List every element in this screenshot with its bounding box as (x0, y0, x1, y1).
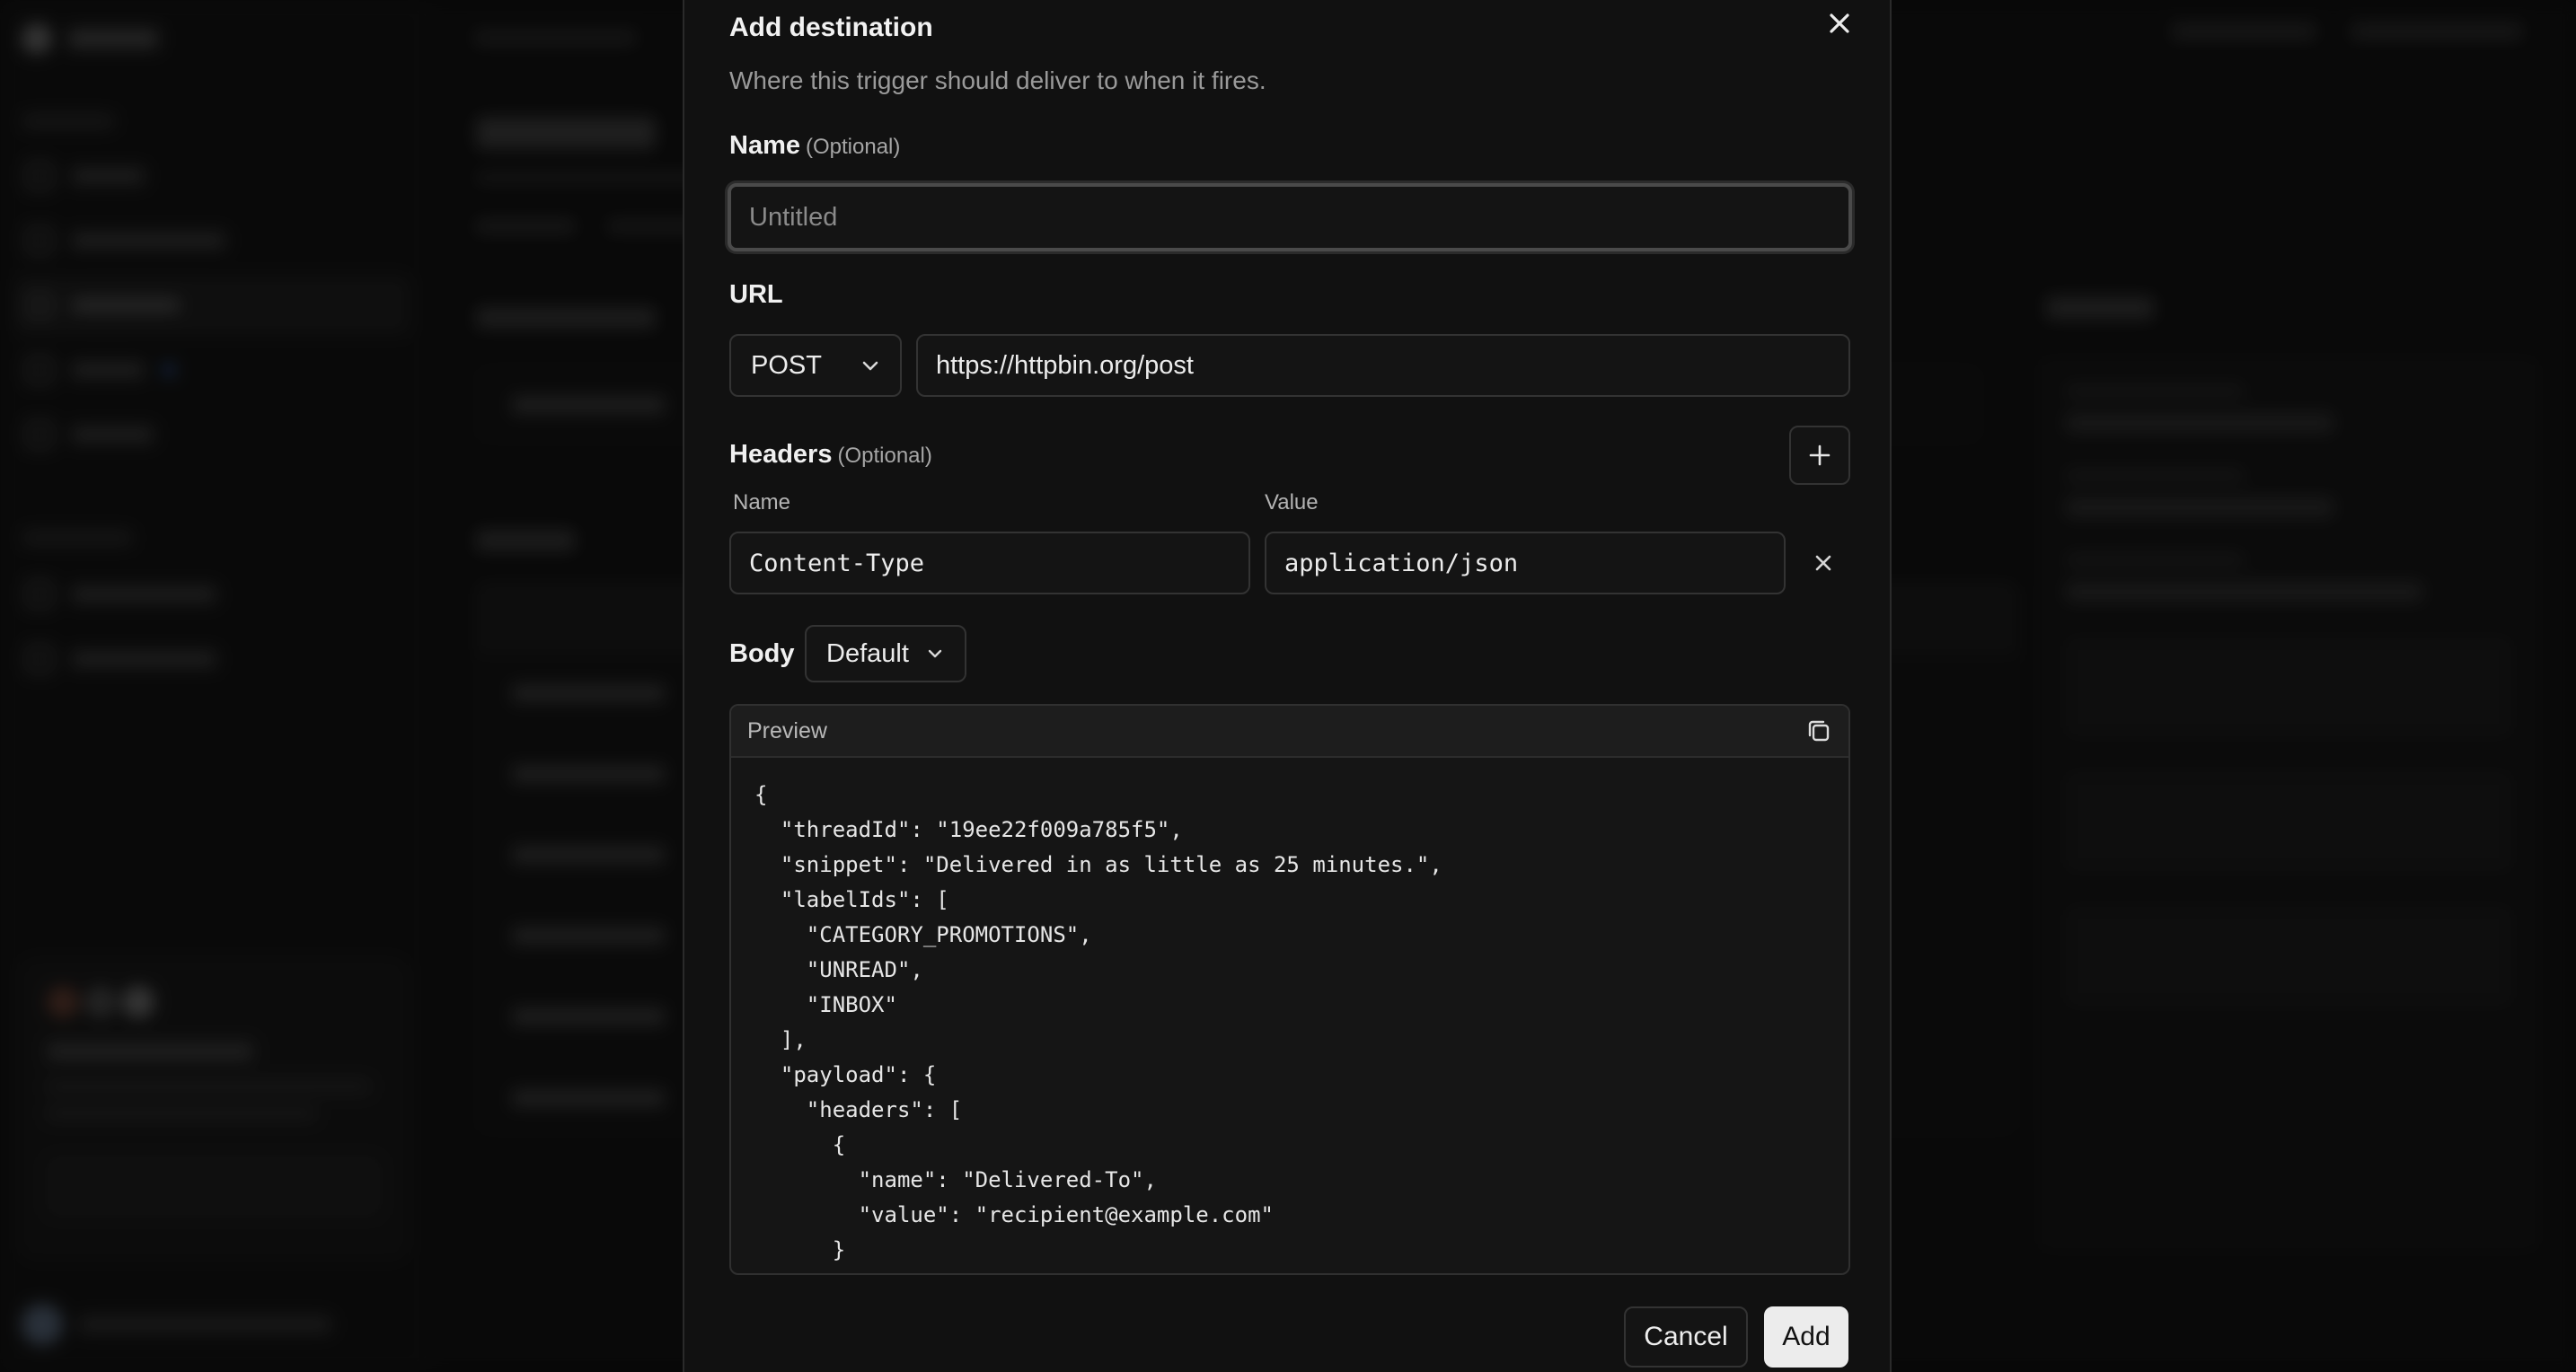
add-destination-dialog: Add destination Where this trigger shoul… (683, 0, 1892, 1372)
preview-code-line: "INBOX" (754, 992, 897, 1017)
cancel-button[interactable]: Cancel (1624, 1306, 1748, 1368)
headers-label-text: Headers (729, 440, 833, 469)
copy-icon[interactable] (1805, 717, 1832, 744)
dialog-title: Add destination (729, 13, 933, 42)
preview-code-line: "threadId": "19ee22f009a785f5", (754, 817, 1183, 842)
url-label: URL (729, 280, 783, 309)
close-icon (1830, 13, 1849, 33)
method-value: POST (751, 350, 822, 380)
preview-code-line: ], (754, 1268, 1825, 1273)
body-label: Body (729, 639, 795, 668)
preview-label: Preview (747, 717, 827, 743)
method-select[interactable]: POST (729, 334, 902, 397)
preview-code-line: ], (754, 1027, 807, 1052)
header-value-column: Value (1265, 490, 1319, 514)
close-button[interactable] (1820, 4, 1859, 43)
chevron-down-icon (862, 361, 878, 371)
chevron-down-icon (928, 649, 942, 658)
preview-code-line: } (754, 1237, 846, 1262)
headers-optional: (Optional) (837, 444, 932, 468)
preview-code-line: "labelIds": [ (754, 887, 949, 912)
preview-code: { "threadId": "19ee22f009a785f5", "snipp… (731, 758, 1848, 1273)
name-input[interactable]: Untitled (728, 183, 1852, 251)
preview-code-line: { (754, 1132, 846, 1157)
preview-code-line: "name": "Delivered-To", (754, 1167, 1157, 1192)
preview-code-line: "CATEGORY_PROMOTIONS", (754, 922, 1092, 947)
preview-code-line: "headers": [ (754, 1097, 963, 1122)
preview-code-line: { (754, 782, 768, 807)
plus-icon (1809, 444, 1831, 466)
preview-header: Preview (731, 706, 1848, 758)
dialog-description: Where this trigger should deliver to whe… (729, 66, 1266, 94)
preview-code-line: "UNREAD", (754, 957, 923, 982)
x-icon (1815, 555, 1831, 571)
header-name-column: Name (733, 490, 791, 514)
header-value-input[interactable]: application/json (1265, 532, 1786, 594)
preview-code-line: "value": "recipient@example.com" (754, 1202, 1274, 1227)
add-header-button[interactable] (1789, 426, 1850, 485)
name-label-text: Name (729, 131, 800, 160)
body-mode-select[interactable]: Default (805, 625, 966, 682)
header-name-input[interactable]: Content-Type (729, 532, 1250, 594)
name-optional: (Optional) (806, 135, 901, 159)
preview-code-line: "payload": { (754, 1062, 937, 1087)
body-preview: Preview { "threadId": "19ee22f009a785f5"… (729, 704, 1850, 1275)
remove-header-button[interactable] (1805, 545, 1841, 581)
headers-label: Headers (Optional) (729, 440, 932, 470)
preview-code-line: "snippet": "Delivered in as little as 25… (754, 852, 1442, 877)
add-button[interactable]: Add (1764, 1306, 1848, 1368)
url-input[interactable]: https://httpbin.org/post (916, 334, 1850, 397)
body-mode-value: Default (826, 638, 909, 668)
name-label: Name (Optional) (729, 131, 900, 161)
